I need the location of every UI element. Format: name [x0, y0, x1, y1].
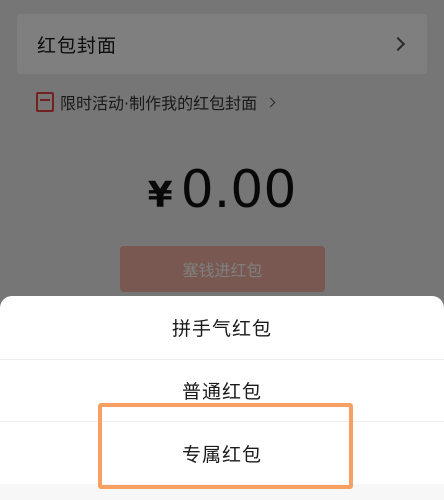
sheet-bottom-padding — [0, 484, 444, 500]
sheet-item-lucky-red-packet[interactable]: 拼手气红包 — [0, 296, 444, 360]
sheet-item-exclusive-red-packet[interactable]: 专属红包 — [0, 422, 444, 484]
red-packet-type-sheet: 拼手气红包 普通红包 专属红包 — [0, 296, 444, 500]
sheet-item-normal-red-packet[interactable]: 普通红包 — [0, 360, 444, 422]
